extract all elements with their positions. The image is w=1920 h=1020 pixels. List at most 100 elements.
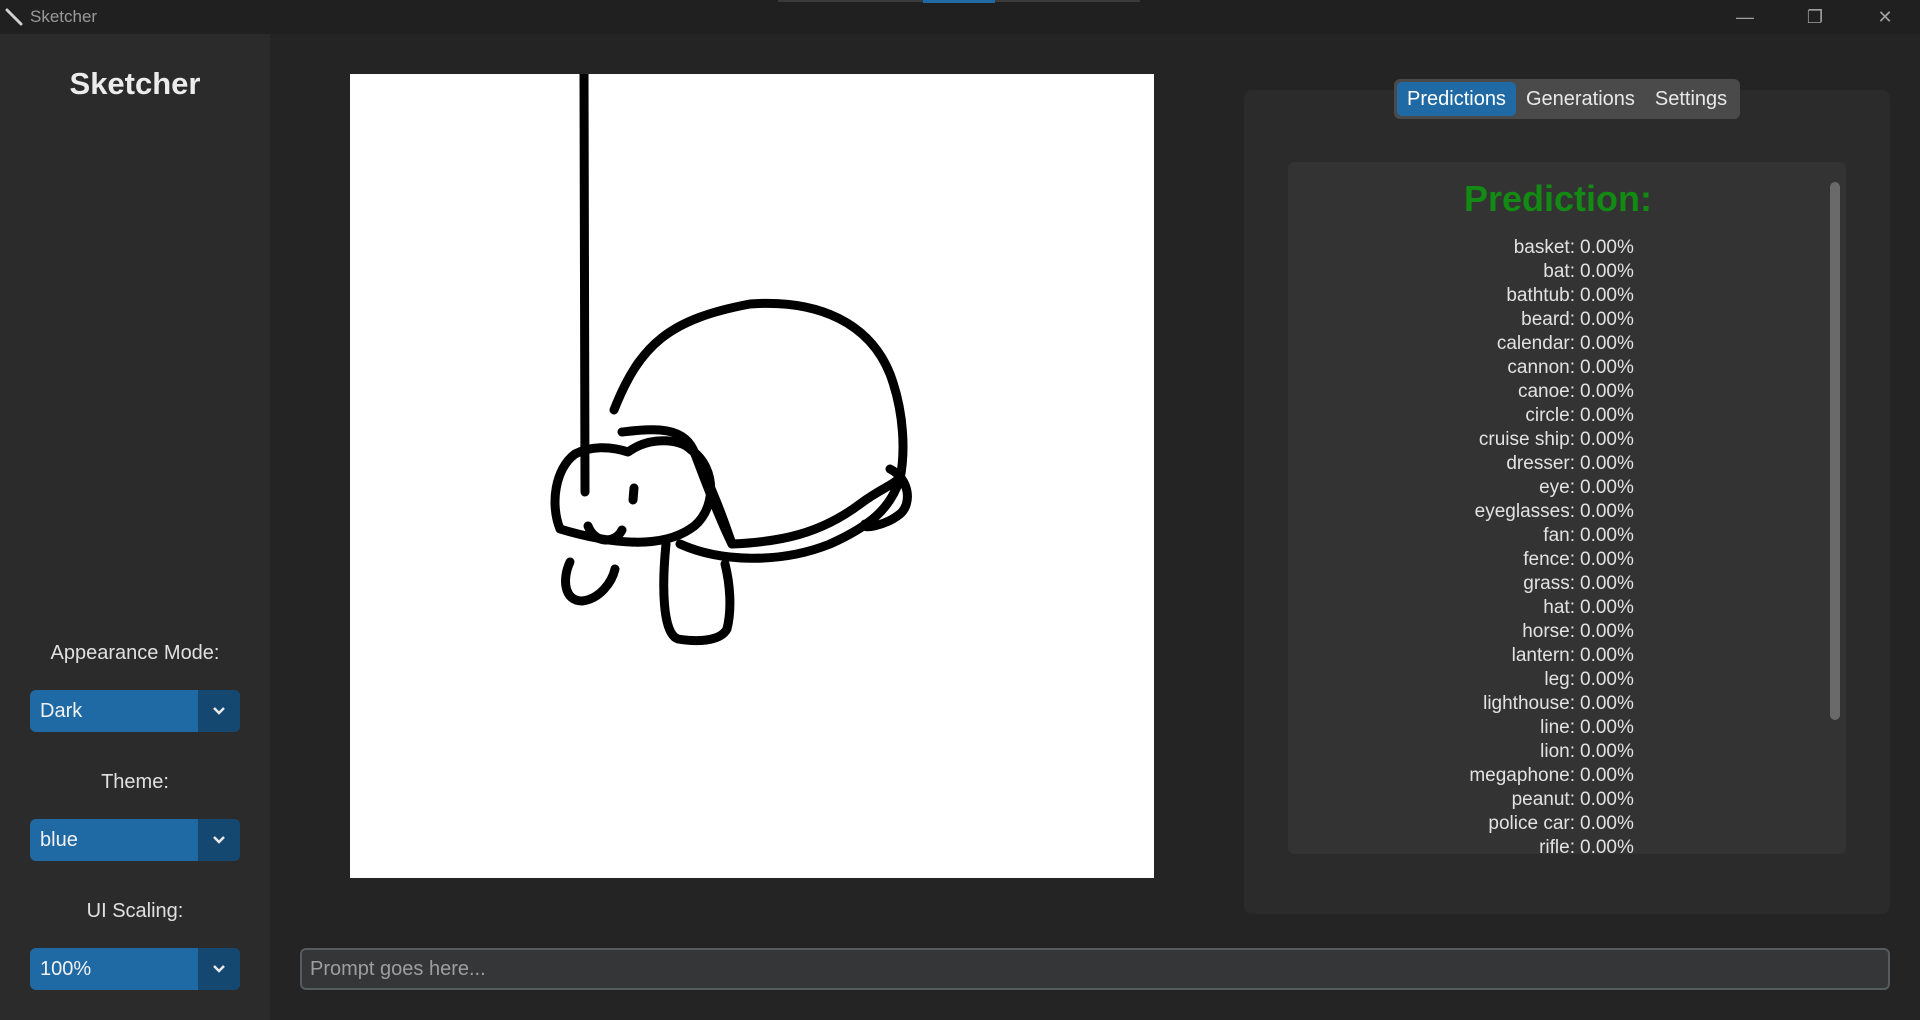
prediction-title: Prediction: <box>1463 178 1652 219</box>
prediction-label: hat: <box>1543 597 1575 618</box>
prediction-value: 0.00% <box>1580 525 1634 546</box>
prediction-value: 0.00% <box>1580 501 1634 522</box>
prediction-label: bathtub: <box>1506 285 1575 306</box>
title-bar-accent <box>923 0 995 3</box>
prediction-row: megaphone: 0.00% <box>1288 764 1828 788</box>
chevron-down-icon[interactable] <box>198 690 240 732</box>
prompt-input[interactable] <box>300 948 1890 990</box>
prediction-label: lighthouse: <box>1483 693 1575 714</box>
prediction-label: grass: <box>1523 573 1575 594</box>
brush-icon <box>4 7 24 27</box>
prediction-row: cruise ship: 0.00% <box>1288 428 1828 452</box>
prediction-label: lion: <box>1540 741 1575 762</box>
prediction-value: 0.00% <box>1580 309 1634 330</box>
prediction-label: eyeglasses: <box>1474 501 1575 522</box>
prediction-value: 0.00% <box>1580 453 1634 474</box>
prediction-label: lantern: <box>1511 645 1575 666</box>
prediction-value: 0.00% <box>1580 789 1634 810</box>
chevron-down-icon[interactable] <box>198 819 240 861</box>
prediction-value: 0.00% <box>1580 261 1634 282</box>
prediction-value: 0.00% <box>1580 597 1634 618</box>
prediction-label: circle: <box>1525 405 1575 426</box>
prediction-label: cannon: <box>1507 357 1575 378</box>
prediction-value: 0.00% <box>1580 813 1634 834</box>
prediction-value: 0.00% <box>1580 621 1634 642</box>
prediction-row: lion: 0.00% <box>1288 740 1828 764</box>
tab-bar: Predictions Generations Settings <box>1394 79 1741 119</box>
prediction-label: horse: <box>1522 621 1575 642</box>
prediction-label: basket: <box>1513 237 1575 258</box>
restore-button[interactable]: ❐ <box>1780 0 1850 34</box>
prediction-list: basket: 0.00% bat: 0.00% bathtub: 0.00% beard:… <box>1288 236 1828 854</box>
predictions-scrollbar[interactable] <box>1830 182 1840 720</box>
prediction-label: fence: <box>1523 549 1575 570</box>
prediction-row: bathtub: 0.00% <box>1288 284 1828 308</box>
turtle-sketch <box>550 69 912 646</box>
close-button[interactable]: ✕ <box>1850 0 1920 34</box>
prediction-label: bat: <box>1543 261 1575 282</box>
prediction-row: police car: 0.00% <box>1288 812 1828 836</box>
prediction-label: fan: <box>1543 525 1575 546</box>
prediction-value: 0.00% <box>1580 717 1634 738</box>
ui-scaling-value: 100% <box>40 957 92 980</box>
prediction-label: beard: <box>1521 309 1575 330</box>
prediction-value: 0.00% <box>1580 237 1634 258</box>
prediction-value: 0.00% <box>1580 765 1634 786</box>
prediction-label: peanut: <box>1511 789 1575 810</box>
minimize-button[interactable]: — <box>1710 0 1780 34</box>
prediction-row: canoe: 0.00% <box>1288 380 1828 404</box>
prediction-value: 0.00% <box>1580 285 1634 306</box>
prediction-row: basket: 0.00% <box>1288 236 1828 260</box>
prediction-label: rifle: <box>1539 837 1575 854</box>
prediction-value: 0.00% <box>1580 333 1634 354</box>
prediction-label: megaphone: <box>1469 765 1575 786</box>
prediction-row: calendar: 0.00% <box>1288 332 1828 356</box>
prediction-row: leg: 0.00% <box>1288 668 1828 692</box>
appearance-mode-value: Dark <box>40 699 83 722</box>
tab-predictions[interactable]: Predictions <box>1397 82 1516 116</box>
window-controls: — ❐ ✕ <box>1710 0 1920 34</box>
prediction-value: 0.00% <box>1580 837 1634 854</box>
tab-generations[interactable]: Generations <box>1516 82 1645 116</box>
prediction-value: 0.00% <box>1580 357 1634 378</box>
theme-select[interactable]: blue <box>30 819 240 861</box>
ui-scaling-select[interactable]: 100% <box>30 948 240 990</box>
appearance-mode-select[interactable]: Dark <box>30 690 240 732</box>
prediction-label: dresser: <box>1506 453 1575 474</box>
chevron-down-icon[interactable] <box>198 948 240 990</box>
prediction-row: bat: 0.00% <box>1288 260 1828 284</box>
prediction-row: eyeglasses: 0.00% <box>1288 500 1828 524</box>
prediction-row: lantern: 0.00% <box>1288 644 1828 668</box>
window-title: Sketcher <box>30 7 98 26</box>
prediction-row: peanut: 0.00% <box>1288 788 1828 812</box>
prediction-value: 0.00% <box>1580 741 1634 762</box>
prediction-value: 0.00% <box>1580 645 1634 666</box>
prediction-value: 0.00% <box>1580 429 1634 450</box>
drawing-canvas[interactable] <box>350 69 1154 878</box>
app-logo: Sketcher <box>69 66 201 101</box>
sidebar: Sketcher Appearance Mode: Dark Theme: bl… <box>0 34 270 1020</box>
prediction-row: line: 0.00% <box>1288 716 1828 740</box>
prediction-row: fence: 0.00% <box>1288 548 1828 572</box>
tab-settings[interactable]: Settings <box>1645 82 1737 116</box>
theme-value: blue <box>40 828 78 851</box>
prediction-value: 0.00% <box>1580 669 1634 690</box>
title-bar: Sketcher — ❐ ✕ <box>0 0 1920 34</box>
prediction-row: rifle: 0.00% <box>1288 836 1828 854</box>
prediction-value: 0.00% <box>1580 381 1634 402</box>
prediction-value: 0.00% <box>1580 405 1634 426</box>
prediction-label: cruise ship: <box>1478 429 1575 450</box>
prediction-label: calendar: <box>1496 333 1575 354</box>
prediction-row: dresser: 0.00% <box>1288 452 1828 476</box>
prediction-label: canoe: <box>1517 381 1575 402</box>
app-window: Sketcher — ❐ ✕ Sketcher Appearance Mode:… <box>0 0 1920 1020</box>
theme-label: Theme: <box>101 771 169 793</box>
prediction-row: grass: 0.00% <box>1288 572 1828 596</box>
prediction-row: circle: 0.00% <box>1288 404 1828 428</box>
prediction-label: police car: <box>1488 813 1575 834</box>
prediction-value: 0.00% <box>1580 549 1634 570</box>
prediction-row: fan: 0.00% <box>1288 524 1828 548</box>
prediction-value: 0.00% <box>1580 477 1634 498</box>
prediction-row: horse: 0.00% <box>1288 620 1828 644</box>
prediction-label: eye: <box>1539 477 1575 498</box>
